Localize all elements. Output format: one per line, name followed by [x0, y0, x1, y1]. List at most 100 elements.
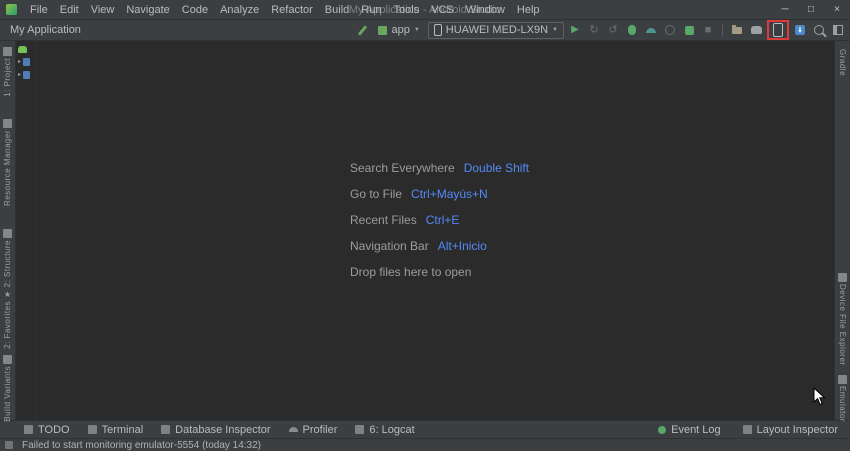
close-icon[interactable]: × — [824, 4, 850, 15]
tab-profiler[interactable]: Profiler — [289, 424, 338, 436]
layout-inspector-icon — [743, 425, 752, 434]
hint-navigation-bar: Navigation Bar Alt+Inicio — [350, 233, 529, 259]
sidebar-item-emulator[interactable]: Emulator — [835, 375, 850, 422]
profiler-gauge-icon — [289, 427, 298, 432]
shortcut-hints: Search Everywhere Double Shift Go to Fil… — [350, 155, 529, 285]
hint-label: Go to File — [350, 187, 402, 201]
project-tool-icon — [3, 47, 12, 56]
device-selector-dropdown[interactable]: HUAWEI MED-LX9N ▼ — [428, 22, 564, 39]
apply-changes-icon[interactable]: ↻ — [586, 22, 602, 38]
menu-analyze[interactable]: Analyze — [214, 4, 265, 16]
tab-layout-inspector[interactable]: Layout Inspector — [743, 424, 838, 436]
expand-arrow-icon: ▸ — [18, 59, 21, 65]
sidebar-item-device-file-explorer[interactable]: Device File Explorer — [835, 273, 850, 366]
device-file-explorer-tool-icon — [838, 273, 847, 282]
window-controls: ─ □ × — [772, 4, 850, 15]
sidebar-item-project[interactable]: 1: Project — [0, 47, 15, 97]
hint-drop-files: Drop files here to open — [350, 259, 529, 285]
layout-toggle-icon[interactable] — [830, 22, 846, 38]
gradle-sync-icon[interactable] — [748, 22, 764, 38]
menu-file[interactable]: File — [24, 4, 54, 16]
sidebar-item-build-variants[interactable]: Build Variants — [0, 355, 15, 422]
hint-shortcut: Alt+Inicio — [438, 239, 487, 253]
red-highlight-box — [767, 20, 789, 40]
project-tree-item[interactable]: ▸ — [16, 58, 36, 66]
toolbar-actions: app ▼ HUAWEI MED-LX9N ▼ ▶ ↻ ↺ ■ — [354, 20, 850, 40]
menu-view[interactable]: View — [85, 4, 121, 16]
project-panel[interactable]: ▸ ▸ — [16, 41, 37, 420]
tab-database-inspector[interactable]: Database Inspector — [161, 424, 270, 436]
bottom-bar-right: Event Log Layout Inspector — [658, 424, 838, 436]
star-icon: ★ — [4, 291, 11, 299]
android-icon — [18, 46, 27, 53]
tool-strip-label: Build Variants — [3, 366, 12, 422]
tool-window-toggle-icon[interactable] — [5, 441, 13, 449]
sidebar-item-resource-manager[interactable]: Resource Manager — [0, 119, 15, 206]
profile-apk-folder-icon[interactable] — [729, 22, 745, 38]
tab-event-log[interactable]: Event Log — [658, 424, 721, 436]
todo-icon — [24, 425, 33, 434]
hint-label: Navigation Bar — [350, 239, 429, 253]
tab-todo[interactable]: TODO — [24, 424, 70, 436]
attach-debugger-icon[interactable] — [681, 22, 697, 38]
menu-refactor[interactable]: Refactor — [265, 4, 319, 16]
panel-glyph-icon — [833, 25, 843, 35]
device-phone-icon — [434, 24, 442, 36]
tab-terminal[interactable]: Terminal — [88, 424, 144, 436]
hint-label: Recent Files — [350, 213, 417, 227]
module-selector-label: app — [391, 24, 409, 36]
event-log-icon — [658, 426, 666, 434]
menu-edit[interactable]: Edit — [54, 4, 85, 16]
build-icon[interactable] — [354, 22, 370, 38]
device-selector-label: HUAWEI MED-LX9N — [446, 24, 548, 36]
tab-label: Database Inspector — [175, 424, 270, 436]
minimize-icon[interactable]: ─ — [772, 4, 798, 15]
menu-run[interactable]: Run — [355, 4, 387, 16]
sidebar-item-structure[interactable]: 2: Structure — [0, 229, 15, 287]
sidebar-item-favorites[interactable]: ★ 2: Favorites — [0, 291, 15, 349]
build-pencil-icon — [358, 25, 367, 35]
module-selector-dropdown[interactable]: app ▼ — [373, 23, 424, 38]
menu-code[interactable]: Code — [176, 4, 214, 16]
menu-help[interactable]: Help — [511, 4, 546, 16]
search-everywhere-icon[interactable] — [811, 22, 827, 38]
left-tool-strip: 1: Project Resource Manager 2: Structure… — [0, 41, 16, 420]
project-tree-root[interactable] — [16, 46, 36, 53]
terminal-icon — [88, 425, 97, 434]
maximize-icon[interactable]: □ — [798, 4, 824, 15]
project-breadcrumb[interactable]: My Application — [10, 24, 81, 36]
tool-strip-label: Device File Explorer — [838, 284, 847, 366]
editor-area[interactable]: Search Everywhere Double Shift Go to Fil… — [37, 41, 834, 420]
menu-build[interactable]: Build — [319, 4, 355, 16]
stop-icon[interactable]: ■ — [700, 22, 716, 38]
run-button[interactable]: ▶ — [567, 22, 583, 38]
module-icon — [378, 26, 387, 35]
sdk-manager-icon[interactable] — [792, 22, 808, 38]
menu-vcs[interactable]: VCS — [425, 4, 460, 16]
search-icon — [814, 25, 824, 35]
build-variants-tool-icon — [3, 355, 12, 364]
elephant-glyph-icon — [751, 26, 762, 34]
project-tree-item[interactable]: ▸ — [16, 71, 36, 79]
sidebar-item-gradle[interactable]: Gradle — [835, 49, 850, 76]
main-area: 1: Project Resource Manager 2: Structure… — [0, 41, 850, 420]
menu-window[interactable]: Window — [460, 4, 511, 16]
debug-icon[interactable] — [624, 22, 640, 38]
circle-glyph-icon — [665, 25, 675, 35]
hint-shortcut: Double Shift — [464, 161, 529, 175]
file-icon — [23, 58, 30, 66]
chevron-down-icon: ▼ — [552, 27, 558, 33]
profile-icon[interactable] — [643, 22, 659, 38]
device-manager-icon[interactable] — [770, 22, 786, 38]
menu-bar: File Edit View Navigate Code Analyze Ref… — [24, 4, 546, 16]
logcat-icon — [355, 425, 364, 434]
phone-glyph-icon — [773, 23, 783, 37]
tab-logcat[interactable]: 6: Logcat — [355, 424, 414, 436]
apply-code-changes-icon[interactable]: ↺ — [605, 22, 621, 38]
attach-profiler-icon[interactable] — [662, 22, 678, 38]
menu-tools[interactable]: Tools — [387, 4, 425, 16]
folder-glyph-icon — [732, 27, 742, 34]
menu-navigate[interactable]: Navigate — [120, 4, 175, 16]
android-studio-logo-icon — [6, 4, 17, 15]
bottom-bar-left: TODO Terminal Database Inspector Profile… — [24, 424, 415, 436]
